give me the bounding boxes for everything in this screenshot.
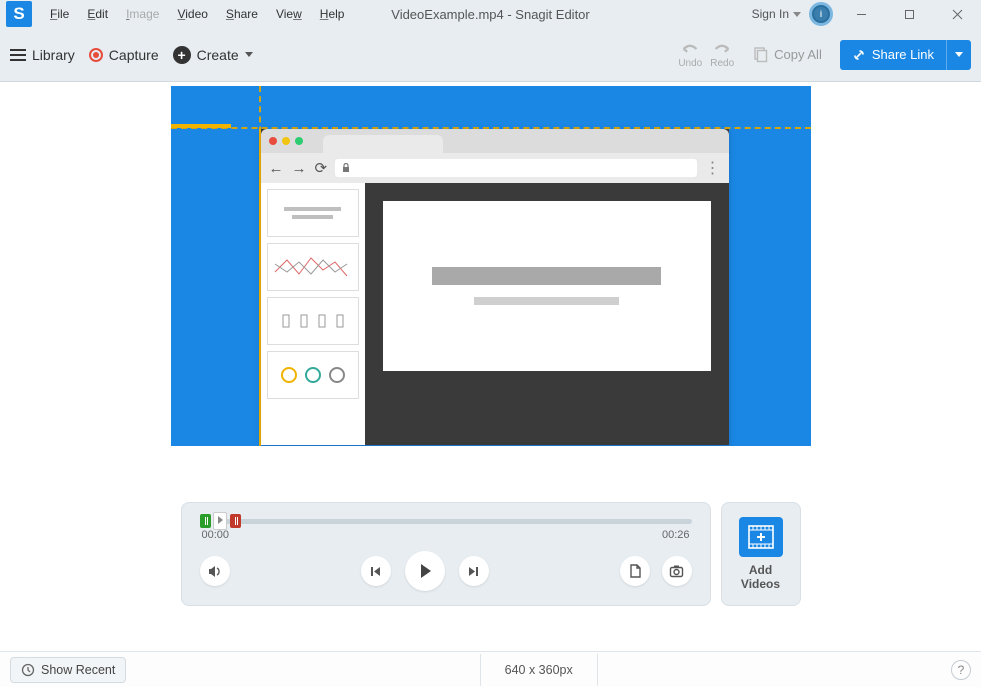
time-end: 00:26 [662, 529, 690, 541]
traffic-light-red [269, 137, 277, 145]
export-frame-button[interactable] [620, 556, 650, 586]
share-dropdown[interactable] [946, 40, 971, 70]
next-frame-button[interactable] [459, 556, 489, 586]
lock-icon [341, 163, 351, 173]
playhead[interactable] [213, 512, 227, 530]
camera-icon [669, 564, 684, 578]
traffic-light-green [295, 137, 303, 145]
guide-horizontal-solid [171, 124, 231, 128]
slide-thumb [267, 189, 359, 237]
menu-help[interactable]: Help [312, 5, 353, 23]
redo-button[interactable]: Redo [710, 40, 734, 69]
slide-thumb [267, 297, 359, 345]
add-videos-icon [739, 517, 783, 557]
create-label: Create [197, 47, 239, 63]
forward-icon: → [292, 160, 307, 177]
share-link-button[interactable]: Share Link [840, 40, 971, 70]
record-icon [89, 48, 103, 62]
titlebar: S File Edit Image Video Share View Help … [0, 0, 981, 28]
hamburger-icon [10, 49, 26, 61]
timeline-track [214, 519, 692, 524]
file-icon [628, 564, 642, 578]
video-player: 00:00 00:26 [181, 502, 711, 606]
copy-all-button[interactable]: Copy All [742, 41, 832, 69]
canvas-area: ← → ⟳ ⋮ [0, 82, 981, 651]
chevron-down-icon [955, 52, 963, 57]
browser-mockup: ← → ⟳ ⋮ [261, 129, 729, 445]
trim-end-handle[interactable] [230, 514, 241, 528]
undo-button[interactable]: Undo [678, 40, 702, 69]
menu-video[interactable]: Video [169, 5, 215, 23]
sign-in-label: Sign In [752, 7, 789, 21]
more-icon: ⋮ [705, 158, 721, 178]
slide-thumb [267, 351, 359, 399]
link-icon [852, 48, 866, 62]
menu-bar: File Edit Image Video Share View Help [42, 5, 352, 23]
sign-in-button[interactable]: Sign In [752, 7, 801, 21]
minimize-button[interactable] [841, 1, 881, 27]
show-recent-button[interactable]: Show Recent [10, 657, 126, 683]
browser-content [365, 183, 729, 445]
player-row: 00:00 00:26 [181, 502, 801, 606]
chevron-down-icon [793, 12, 801, 17]
add-videos-button[interactable]: AddVideos [721, 502, 801, 606]
prev-frame-icon [369, 565, 382, 578]
capture-button[interactable]: Capture [89, 47, 159, 63]
menu-share[interactable]: Share [218, 5, 266, 23]
play-button[interactable] [405, 551, 445, 591]
menu-file-label: ile [57, 7, 69, 21]
help-button[interactable]: ? [951, 660, 971, 680]
prev-frame-button[interactable] [361, 556, 391, 586]
trim-start-handle[interactable] [200, 514, 211, 528]
snapshot-button[interactable] [662, 556, 692, 586]
app-logo: S [6, 1, 32, 27]
help-badge[interactable]: i [809, 2, 833, 26]
library-button[interactable]: Library [10, 47, 75, 63]
next-frame-icon [467, 565, 480, 578]
menu-edit[interactable]: Edit [79, 5, 116, 23]
plus-icon: + [173, 46, 191, 64]
traffic-light-yellow [282, 137, 290, 145]
clock-icon [21, 663, 35, 677]
volume-icon [207, 564, 222, 579]
reload-icon: ⟳ [315, 159, 328, 177]
copy-icon [752, 47, 768, 63]
time-start: 00:00 [202, 529, 230, 541]
toolbar: Library Capture + Create Undo Redo Copy … [0, 28, 981, 82]
library-label: Library [32, 47, 75, 63]
capture-label: Capture [109, 47, 159, 63]
close-button[interactable] [937, 1, 977, 27]
volume-button[interactable] [200, 556, 230, 586]
statusbar: Show Recent 640 x 360px ? [0, 651, 981, 687]
timeline[interactable] [200, 515, 692, 527]
copy-all-label: Copy All [774, 47, 822, 62]
share-link-label: Share Link [872, 47, 934, 62]
menu-file[interactable]: File [42, 5, 77, 23]
maximize-button[interactable] [889, 1, 929, 27]
address-bar [335, 159, 696, 177]
play-icon [416, 562, 434, 580]
menu-view[interactable]: View [268, 5, 310, 23]
redo-label: Redo [710, 58, 734, 69]
slide-thumbnails [261, 183, 365, 445]
undo-label: Undo [678, 58, 702, 69]
video-canvas[interactable]: ← → ⟳ ⋮ [171, 86, 811, 446]
create-button[interactable]: + Create [173, 46, 253, 64]
dimensions-display: 640 x 360px [480, 654, 598, 686]
window-title: VideoExample.mp4 - Snagit Editor [391, 7, 589, 22]
show-recent-label: Show Recent [41, 663, 115, 677]
menu-image: Image [118, 5, 167, 23]
chevron-down-icon [245, 52, 253, 57]
add-videos-label: AddVideos [741, 563, 780, 592]
back-icon: ← [269, 160, 284, 177]
slide-thumb [267, 243, 359, 291]
